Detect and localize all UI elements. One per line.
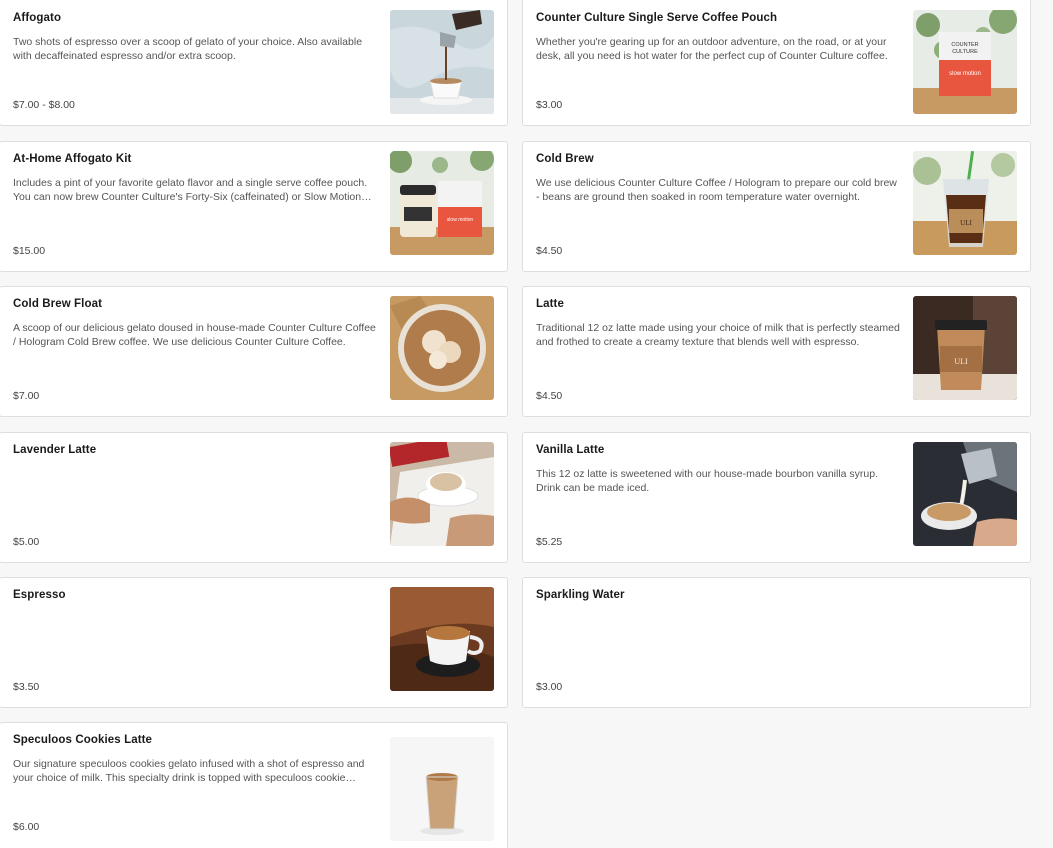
item-description: Our signature speculoos cookies gelato i… xyxy=(13,758,365,784)
menu-item-card[interactable]: Vanilla Latte This 12 oz latte is sweete… xyxy=(522,432,1031,563)
menu-grid: Affogato Two shots of espresso over a sc… xyxy=(0,0,1053,848)
item-price: $3.50 xyxy=(13,681,40,693)
espresso-photo xyxy=(390,587,494,691)
item-name: At-Home Affogato Kit xyxy=(13,153,132,165)
lavender-latte-photo xyxy=(390,442,494,546)
item-name: Cold Brew xyxy=(536,153,594,165)
item-description: Two shots of espresso over a scoop of ge… xyxy=(13,36,363,62)
item-price: $5.00 xyxy=(13,536,40,548)
item-price: $5.25 xyxy=(536,536,563,548)
menu-item-card[interactable]: Sparkling Water $3.00 xyxy=(522,577,1031,708)
svg-text:CULTURE: CULTURE xyxy=(952,49,978,55)
menu-item-card[interactable]: Speculoos Cookies Latte Our signature sp… xyxy=(0,722,508,848)
menu-item-card[interactable]: Espresso $3.50 xyxy=(0,577,508,708)
menu-item-card[interactable]: Latte Traditional 12 oz latte made using… xyxy=(522,286,1031,417)
speculoos-latte-photo xyxy=(390,737,494,841)
menu-item-card[interactable]: Cold Brew We use delicious Counter Cultu… xyxy=(522,141,1031,272)
item-description: This 12 oz latte is sweetened with our h… xyxy=(536,468,879,494)
svg-text:slow motion: slow motion xyxy=(949,71,981,77)
item-price: $4.50 xyxy=(536,245,563,257)
coffee-pouch-photo: COUNTER CULTURE slow motion xyxy=(913,10,1017,114)
affogato-photo xyxy=(390,10,494,114)
item-name: Lavender Latte xyxy=(13,444,97,456)
latte-photo: ULI xyxy=(913,296,1017,400)
affogato-kit-photo: slow motion xyxy=(390,151,494,255)
item-name: Espresso xyxy=(13,589,66,601)
item-name: Vanilla Latte xyxy=(536,444,605,456)
item-description: Traditional 12 oz latte made using your … xyxy=(536,322,900,348)
item-name: Counter Culture Single Serve Coffee Pouc… xyxy=(536,12,778,24)
menu-item-card[interactable]: Lavender Latte $5.00 xyxy=(0,432,508,563)
item-description: Whether you're gearing up for an outdoor… xyxy=(536,36,888,62)
item-name: Sparkling Water xyxy=(536,589,625,601)
menu-item-card[interactable]: Counter Culture Single Serve Coffee Pouc… xyxy=(522,0,1031,126)
svg-text:slow motion: slow motion xyxy=(447,217,474,223)
item-price: $4.50 xyxy=(536,390,563,402)
svg-text:ULI: ULI xyxy=(954,357,968,366)
menu-item-card[interactable]: At-Home Affogato Kit Includes a pint of … xyxy=(0,141,508,272)
svg-text:ULI: ULI xyxy=(960,219,972,227)
item-name: Affogato xyxy=(13,12,62,24)
item-description: We use delicious Counter Culture Coffee … xyxy=(536,177,897,203)
item-description: A scoop of our delicious gelato doused i… xyxy=(13,322,376,348)
item-name: Speculoos Cookies Latte xyxy=(13,734,153,746)
item-name: Latte xyxy=(536,298,564,310)
item-price: $3.00 xyxy=(536,99,563,111)
cold-brew-float-photo xyxy=(390,296,494,400)
item-price: $3.00 xyxy=(536,681,563,693)
menu-item-card[interactable]: Affogato Two shots of espresso over a sc… xyxy=(0,0,508,126)
item-description: Includes a pint of your favorite gelato … xyxy=(13,177,368,203)
item-price: $15.00 xyxy=(13,245,46,257)
vanilla-latte-photo xyxy=(913,442,1017,546)
item-price: $7.00 - $8.00 xyxy=(13,99,75,111)
item-price: $6.00 xyxy=(13,821,40,833)
menu-item-card[interactable]: Cold Brew Float A scoop of our delicious… xyxy=(0,286,508,417)
cold-brew-photo: ULI xyxy=(913,151,1017,255)
pouch-brand-text: COUNTER xyxy=(951,42,978,48)
item-price: $7.00 xyxy=(13,390,40,402)
item-name: Cold Brew Float xyxy=(13,298,103,310)
